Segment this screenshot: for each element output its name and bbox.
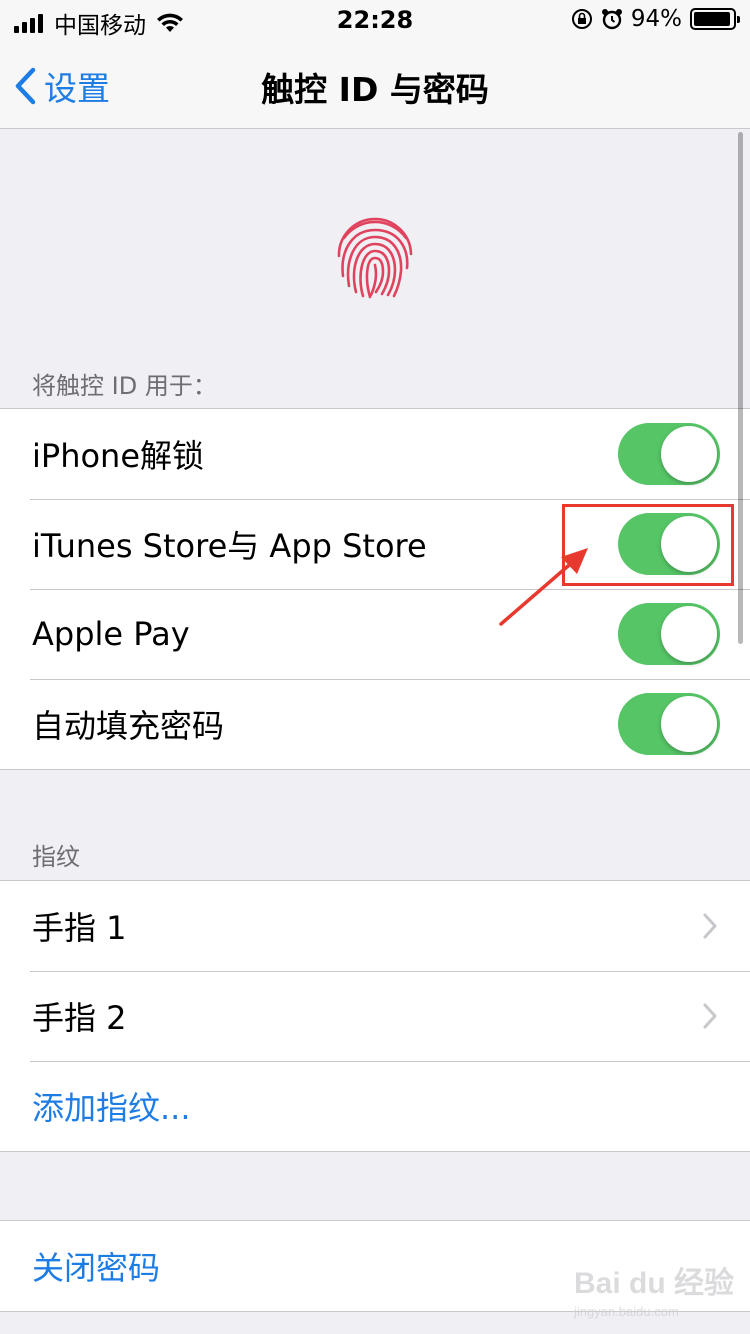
battery-level	[694, 12, 730, 26]
battery-percent: 94%	[630, 6, 682, 32]
toggle-password-autofill[interactable]	[618, 693, 720, 755]
use-for-group: iPhone解锁 iTunes Store与 App Store Apple P…	[0, 408, 750, 770]
row-finger-2[interactable]: 手指 2	[0, 971, 750, 1061]
status-right: 94%	[571, 6, 740, 32]
toggle-apple-pay[interactable]	[618, 603, 720, 665]
row-label: iTunes Store与 App Store	[32, 527, 427, 565]
add-fingerprint-link: 添加指纹...	[32, 1089, 191, 1127]
toggle-iphone-unlock[interactable]	[618, 423, 720, 485]
annotation-arrow-icon	[499, 548, 588, 626]
section-header-fingerprints: 指纹	[32, 843, 80, 871]
battery-icon	[690, 8, 740, 30]
row-label: iPhone解锁	[32, 437, 205, 475]
toggle-knob	[661, 606, 717, 662]
row-add-fingerprint[interactable]: 添加指纹...	[0, 1061, 750, 1151]
orientation-lock-icon	[571, 9, 592, 29]
row-apple-pay: Apple Pay	[0, 589, 750, 679]
toggle-knob	[661, 426, 717, 482]
row-label: 手指 2	[32, 999, 127, 1037]
alarm-icon	[601, 9, 622, 30]
row-label: Apple Pay	[32, 615, 190, 653]
page-title: 触控 ID 与密码	[261, 70, 489, 109]
status-bar: 中国移动 22:28 94%	[0, 0, 750, 40]
fingerprints-group: 手指 1 手指 2 添加指纹...	[0, 880, 750, 1152]
row-finger-1[interactable]: 手指 1	[0, 881, 750, 971]
navigation-bar: 设置 触控 ID 与密码	[0, 40, 750, 129]
row-iphone-unlock: iPhone解锁	[0, 409, 750, 499]
scroll-indicator	[738, 132, 743, 644]
row-label: 自动填充密码	[32, 707, 225, 745]
section-header-use-for: 将触控 ID 用于：	[32, 372, 217, 400]
watermark-logo-text: Bai du 经验	[574, 1267, 735, 1300]
turn-off-passcode-link: 关闭密码	[32, 1249, 161, 1287]
watermark-url: jingyan.baidu.com	[574, 1304, 679, 1319]
watermark-logo: Bai du 经验 jingyan.baidu.com	[574, 1258, 735, 1319]
chevron-right-icon	[703, 913, 717, 939]
toggle-knob	[661, 696, 717, 752]
chevron-right-icon	[703, 1003, 717, 1029]
row-password-autofill: 自动填充密码	[0, 679, 750, 769]
fingerprint-icon	[337, 217, 413, 299]
row-label: 手指 1	[32, 909, 127, 947]
